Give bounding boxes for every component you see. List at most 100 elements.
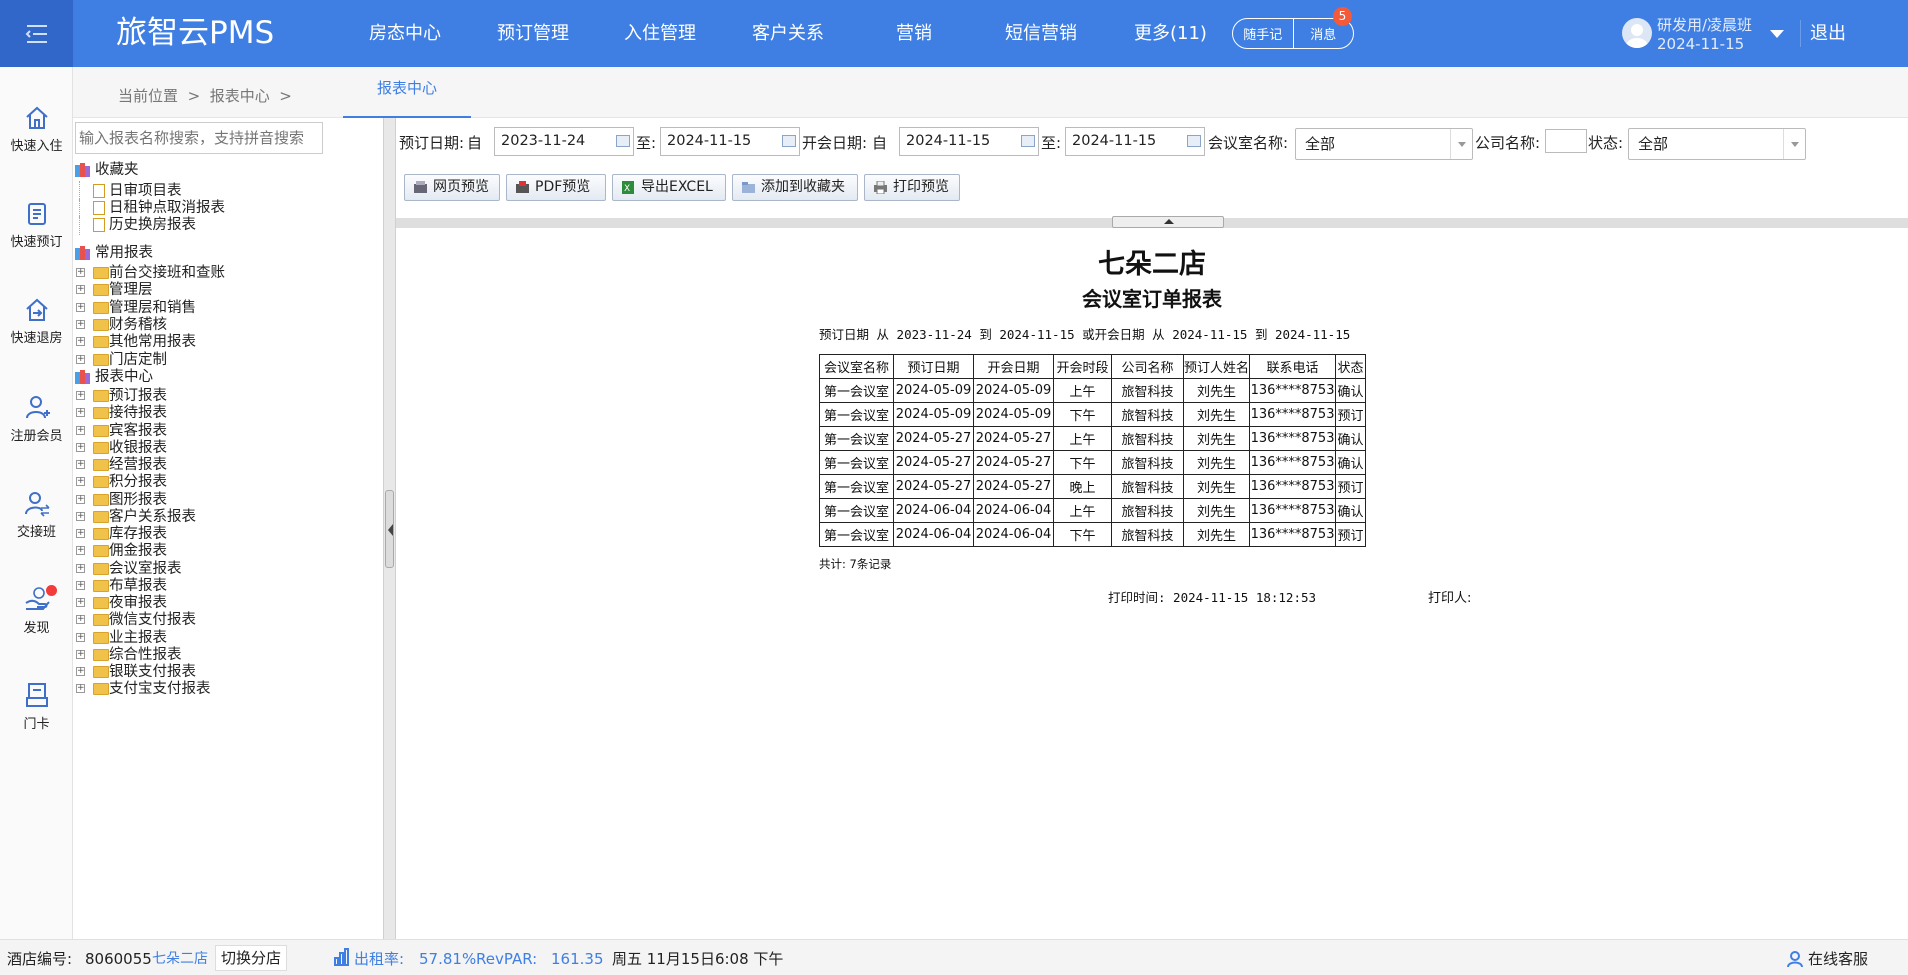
quick-booking-button[interactable]: 快速预订 (0, 201, 73, 250)
online-support-link[interactable]: 在线客服 (1808, 949, 1868, 969)
notification-dot (46, 585, 57, 596)
menu-toggle-button[interactable] (0, 0, 73, 67)
calendar-icon[interactable] (1021, 135, 1035, 147)
door-card-label: 门卡 (23, 717, 50, 732)
expand-icon[interactable]: + (76, 684, 85, 694)
booking-date-from[interactable]: 2023-11-24 (494, 127, 634, 156)
expand-icon[interactable]: + (76, 442, 85, 452)
expand-icon[interactable]: + (76, 563, 85, 573)
panel-splitter[interactable] (383, 118, 396, 939)
company-input[interactable] (1545, 129, 1587, 153)
nav-crm[interactable]: 客户关系 (752, 22, 824, 46)
pdf-preview-button[interactable]: PDF预览 (506, 174, 606, 201)
pdf-preview-label: PDF预览 (535, 179, 591, 195)
expand-icon[interactable]: + (76, 354, 85, 364)
expand-icon[interactable]: + (76, 319, 85, 329)
column-header: 状态 (1335, 354, 1367, 379)
nav-booking[interactable]: 预订管理 (497, 22, 569, 46)
expand-icon[interactable]: + (76, 268, 85, 277)
calendar-icon[interactable] (616, 135, 630, 147)
chevron-down-icon[interactable] (1450, 129, 1472, 159)
memo-button[interactable]: 随手记 (1233, 19, 1293, 48)
meeting-room-select[interactable]: 全部 (1295, 128, 1473, 160)
table-cell: 上午 (1053, 498, 1112, 523)
switch-store-button[interactable]: 切换分店 (215, 945, 288, 971)
chevron-down-icon[interactable] (1770, 30, 1784, 38)
web-preview-button[interactable]: 网页预览 (404, 174, 500, 201)
export-excel-button[interactable]: X 导出EXCEL (612, 174, 726, 201)
register-member-button[interactable]: 注册会员 (0, 393, 73, 444)
expand-icon[interactable]: + (76, 477, 85, 487)
filter-area: 预订日期: 自 2023-11-24 至: 2024-11-15 开会日期: 自… (396, 118, 1908, 218)
nav-sms-marketing[interactable]: 短信营销 (1005, 22, 1077, 46)
collapse-left-handle[interactable] (385, 490, 394, 568)
expand-icon[interactable]: + (76, 529, 85, 538)
expand-icon[interactable]: + (76, 408, 85, 418)
expand-icon[interactable]: + (76, 302, 85, 312)
calendar-icon[interactable] (1187, 135, 1201, 147)
occupancy-label: 出租率: (354, 950, 405, 968)
user-name[interactable]: 研发用/凌晨班 (1657, 14, 1752, 35)
expand-icon[interactable]: + (76, 649, 85, 659)
table-cell: 136****8753 (1249, 402, 1337, 427)
table-cell: 2024-06-04 (893, 498, 974, 523)
calendar-icon[interactable] (782, 135, 796, 147)
expand-icon[interactable]: + (76, 615, 85, 625)
expand-icon[interactable]: + (76, 494, 85, 504)
message-count-badge: 5 (1333, 7, 1352, 26)
print-preview-button[interactable]: 打印预览 (864, 174, 960, 201)
booking-list-icon (27, 203, 46, 225)
hotel-no-label: 酒店编号: (7, 950, 73, 968)
meeting-date-from[interactable]: 2024-11-15 (899, 127, 1039, 156)
table-cell: 2024-05-27 (893, 426, 974, 451)
table-cell: 预订 (1335, 474, 1367, 499)
status-select[interactable]: 全部 (1628, 128, 1806, 160)
folder-icon (93, 424, 109, 437)
discover-button[interactable]: 发现 (0, 585, 73, 636)
register-member-label: 注册会员 (10, 429, 63, 444)
expand-icon[interactable]: + (76, 337, 85, 347)
logout-button[interactable]: 退出 (1800, 20, 1848, 47)
checkout-icon (25, 298, 48, 321)
door-card-button[interactable]: 门卡 (0, 681, 73, 732)
avatar[interactable] (1622, 18, 1652, 48)
folder-icon (93, 284, 109, 297)
handover-icon (24, 492, 50, 517)
chevron-down-icon[interactable] (1783, 129, 1805, 159)
expand-icon[interactable]: + (76, 632, 85, 642)
report-file-icon (93, 184, 105, 198)
to-label: 至: (636, 134, 657, 152)
quick-checkout-button[interactable]: 快速退房 (0, 297, 73, 346)
add-favorite-button[interactable]: 添加到收藏夹 (732, 174, 858, 201)
table-cell: 136****8753 (1249, 378, 1337, 403)
expand-icon[interactable]: + (76, 546, 85, 556)
shift-handover-button[interactable]: 交接班 (0, 489, 73, 540)
expand-icon[interactable]: + (76, 391, 85, 400)
tab-report-center[interactable]: 报表中心 (343, 67, 471, 118)
table-cell: 上午 (1053, 378, 1112, 403)
folder-icon (93, 353, 109, 366)
nav-marketing[interactable]: 营销 (896, 22, 932, 46)
table-cell: 旅智科技 (1111, 450, 1184, 475)
meeting-date-to[interactable]: 2024-11-15 (1065, 127, 1205, 156)
breadcrumb-current[interactable]: 报表中心 (210, 87, 270, 105)
tree-item-label: 支付宝支付报表 (109, 681, 211, 698)
column-header: 会议室名称 (819, 354, 894, 379)
expand-icon[interactable]: + (76, 285, 85, 295)
nav-room-status[interactable]: 房态中心 (369, 22, 441, 46)
table-cell: 第一会议室 (819, 522, 894, 547)
expand-icon[interactable]: + (76, 580, 85, 590)
expand-icon[interactable]: + (76, 598, 85, 607)
quick-checkin-button[interactable]: 快速入住 (0, 105, 73, 154)
report-search-input[interactable] (75, 122, 323, 154)
expand-icon[interactable]: + (76, 511, 85, 521)
nav-more[interactable]: 更多(11) (1134, 22, 1207, 46)
expand-icon[interactable]: + (76, 667, 85, 676)
folder-icon (93, 510, 109, 523)
booking-date-to[interactable]: 2024-11-15 (660, 127, 800, 156)
nav-checkin[interactable]: 入住管理 (624, 22, 696, 46)
expand-icon[interactable]: + (76, 425, 85, 435)
printer-label: 打印人: (1428, 591, 1472, 606)
chevron-up-icon[interactable] (1112, 216, 1224, 228)
expand-icon[interactable]: + (76, 460, 85, 469)
